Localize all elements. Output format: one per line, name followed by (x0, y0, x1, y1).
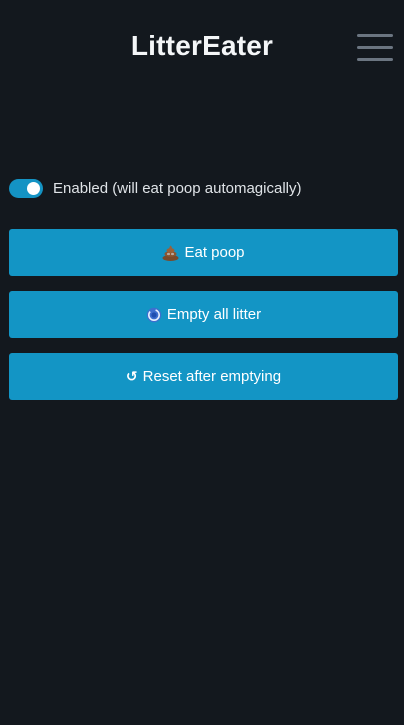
header: LitterEater (0, 0, 404, 100)
enabled-toggle-label: Enabled (will eat poop automagically) (53, 179, 302, 197)
poop-icon (162, 245, 179, 261)
app-title: LitterEater (130, 30, 274, 61)
counterclockwise-arrow-icon: ↺ (125, 368, 138, 385)
reset-after-emptying-button[interactable]: ↺ Reset after emptying (9, 353, 398, 400)
menu-button[interactable] (355, 33, 395, 65)
eat-poop-label: Eat poop (184, 244, 245, 261)
hamburger-menu-icon-bar (357, 58, 393, 61)
eat-poop-button[interactable]: Eat poop (9, 229, 398, 276)
hamburger-menu-icon (357, 34, 393, 37)
empty-all-litter-button[interactable]: Empty all litter (9, 291, 398, 338)
empty-all-litter-label: Empty all litter (166, 306, 262, 323)
enabled-toggle[interactable] (9, 178, 43, 198)
enabled-toggle-row: Enabled (will eat poop automagically) (9, 178, 301, 198)
toggle-knob (27, 181, 40, 195)
hamburger-menu-icon-bar (357, 46, 393, 49)
swirl-icon (146, 307, 162, 323)
reset-after-emptying-label: Reset after emptying (142, 368, 282, 385)
